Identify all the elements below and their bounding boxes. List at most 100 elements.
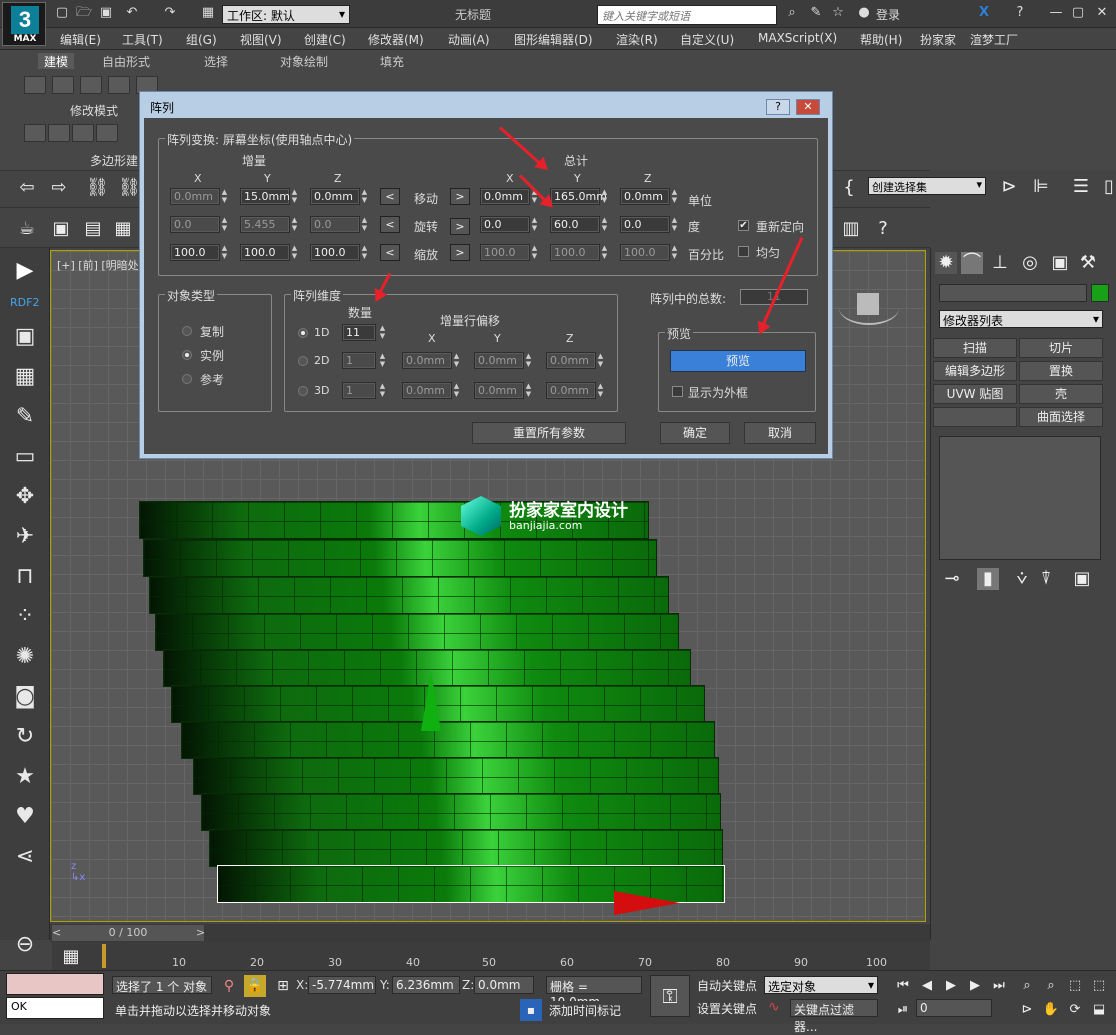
show-as-box-checkbox[interactable]	[672, 386, 683, 397]
share-icon[interactable]: ⋖	[10, 842, 40, 872]
search-input[interactable]: 键入关键字或短语	[597, 5, 777, 25]
dim-2d-offset-z[interactable]: 0.0mm	[546, 352, 596, 369]
dim-2d-count[interactable]: 1	[342, 352, 376, 369]
rotate-tot-z[interactable]: 0.0	[620, 216, 670, 233]
workspace-dropdown[interactable]: 工作区: 默认	[222, 5, 350, 24]
zoom-extents-all-icon[interactable]: ⬚	[1088, 975, 1110, 997]
image-icon[interactable]: ▣	[10, 322, 40, 352]
pushpin-icon[interactable]: ⚲	[218, 975, 240, 997]
tab-populate[interactable]: 填充	[380, 53, 404, 69]
array-object[interactable]	[201, 793, 721, 831]
uvw-map-button[interactable]: UVW 贴图	[933, 384, 1017, 404]
track-bar[interactable]: 10 20 30 40 50 60 70 80 90 100	[52, 942, 930, 970]
move-inc-y[interactable]: 15.0mm	[240, 188, 290, 205]
named-selection-abc-icon[interactable]: {	[838, 177, 860, 199]
current-frame-marker[interactable]	[102, 944, 106, 968]
dim-3d-offset-x[interactable]: 0.0mm	[402, 382, 452, 399]
gizmo-x-axis-icon[interactable]	[614, 891, 680, 915]
help-circle-icon[interactable]: ?	[872, 218, 894, 240]
ribbon-tool-1-icon[interactable]	[24, 124, 46, 142]
undo-icon[interactable]: ↶	[124, 5, 140, 21]
tab-freeform[interactable]: 自由形式	[102, 53, 150, 69]
spinner-arrows-icon[interactable]: ▲▼	[524, 352, 533, 369]
time-tag-icon[interactable]: ▪	[520, 999, 542, 1021]
menu-group[interactable]: 组(G)	[186, 31, 217, 48]
rotate-inc-x[interactable]: 0.0	[170, 216, 220, 233]
set-key-icon[interactable]: ⚿	[650, 975, 690, 1017]
spinner-arrows-icon[interactable]: ▲▼	[452, 352, 461, 369]
array-object[interactable]	[143, 539, 657, 577]
communication-icon[interactable]: ✎	[808, 5, 824, 21]
spinner-arrows-icon[interactable]: ▲▼	[530, 216, 539, 233]
play-icon[interactable]: ▶	[940, 975, 962, 997]
dim-2d-radio[interactable]	[298, 356, 308, 366]
spinner-arrows-icon[interactable]: ▲▼	[600, 244, 609, 261]
spinner-arrows-icon[interactable]: ▲▼	[596, 382, 605, 399]
polygon-icon[interactable]	[108, 76, 130, 94]
move-inc-z[interactable]: 0.0mm	[310, 188, 360, 205]
shell-button[interactable]: 壳	[1019, 384, 1103, 404]
key-mode-toggle-icon[interactable]: ⏯	[892, 999, 914, 1021]
pin-stack-icon[interactable]: ⊸	[941, 568, 963, 590]
zoom-icon[interactable]: ⌕	[1016, 975, 1038, 997]
pan-icon[interactable]: ✋	[1040, 999, 1062, 1021]
surface-select-button[interactable]: 曲面选择	[1019, 407, 1103, 427]
object-name-field[interactable]	[939, 284, 1087, 302]
spinner-arrows-icon[interactable]: ▲▼	[452, 382, 461, 399]
make-unique-icon[interactable]: ⩒	[1011, 568, 1033, 590]
array-object[interactable]	[209, 829, 723, 867]
teapot-icon[interactable]: ☕	[16, 218, 38, 240]
menu-xuanmeng[interactable]: 渲梦工厂	[970, 31, 1018, 48]
maxscript-listener-mini[interactable]	[6, 973, 104, 995]
binoculars-icon[interactable]: ⌕	[784, 5, 800, 21]
field-of-view-icon[interactable]: ⊳	[1016, 999, 1038, 1021]
spinner-arrows-icon[interactable]: ▲▼	[378, 382, 387, 399]
camera-icon[interactable]: ◙	[10, 682, 40, 712]
align-icon[interactable]: ⊫	[1030, 176, 1052, 198]
link-icon[interactable]: ⛓	[86, 177, 109, 199]
instance-radio[interactable]	[182, 350, 192, 360]
scale-right-arrow-button[interactable]: >	[450, 244, 470, 261]
scale-inc-z[interactable]: 100.0	[310, 244, 360, 261]
spinner-arrows-icon[interactable]: ▲▼	[670, 244, 679, 261]
edit-poly-button[interactable]: 编辑多边形	[933, 361, 1017, 381]
dim-2d-offset-x[interactable]: 0.0mm	[402, 352, 452, 369]
login-link[interactable]: 登录	[876, 6, 900, 23]
dim-3d-count[interactable]: 1	[342, 382, 376, 399]
render-setup-icon[interactable]: ▣	[50, 218, 72, 240]
redo-icon[interactable]: ↷	[162, 5, 178, 21]
mirror-icon[interactable]: ⊳	[998, 176, 1020, 198]
dim-2d-offset-y[interactable]: 0.0mm	[474, 352, 524, 369]
goto-start-icon[interactable]: ⏮	[892, 975, 914, 997]
selection-lock-icon[interactable]: 🔒	[244, 975, 266, 997]
add-time-tag[interactable]: 添加时间标记	[546, 1001, 642, 1019]
tab-object-paint[interactable]: 对象绘制	[280, 53, 328, 69]
time-slider-position[interactable]: 0 / 100	[52, 925, 204, 941]
menu-banjiajia[interactable]: 扮家家	[920, 31, 956, 48]
spinner-arrows-icon[interactable]: ▲▼	[290, 216, 299, 233]
prev-frame-icon[interactable]: ◀	[916, 975, 938, 997]
move-icon[interactable]: ✥	[10, 482, 40, 512]
edit-icon[interactable]: ✎	[10, 402, 40, 432]
orbit-icon[interactable]: ⟳	[1064, 999, 1086, 1021]
menu-views[interactable]: 视图(V)	[240, 31, 282, 48]
sweep-button[interactable]: 扫描	[933, 338, 1017, 358]
hierarchy-tab-icon[interactable]: ⊥	[989, 252, 1011, 274]
menu-help[interactable]: 帮助(H)	[860, 31, 902, 48]
menu-graph-editors[interactable]: 图形编辑器(D)	[514, 31, 593, 48]
key-filters-button[interactable]: 关键点过滤器...	[790, 999, 878, 1034]
menu-tools[interactable]: 工具(T)	[122, 31, 163, 48]
dots-icon[interactable]: ⁘	[10, 602, 40, 632]
dialog-title-bar[interactable]: 阵列	[144, 96, 828, 118]
reorient-checkbox[interactable]: ✔	[738, 220, 749, 231]
move-inc-x[interactable]: 0.0mm	[170, 188, 220, 205]
spinner-arrows-icon[interactable]: ▲▼	[220, 216, 229, 233]
preview-button[interactable]: 预览	[670, 350, 806, 372]
spinner-arrows-icon[interactable]: ▲▼	[360, 188, 369, 205]
maximize-viewport-icon[interactable]: ⬓	[1088, 999, 1110, 1021]
vertex-icon[interactable]	[24, 76, 46, 94]
spinner-arrows-icon[interactable]: ▲▼	[524, 382, 533, 399]
remove-modifier-icon[interactable]: ⍒	[1035, 568, 1057, 590]
z-coord-field[interactable]: 0.0mm	[474, 976, 534, 994]
layer-manager-icon[interactable]: ☰	[1070, 176, 1092, 198]
